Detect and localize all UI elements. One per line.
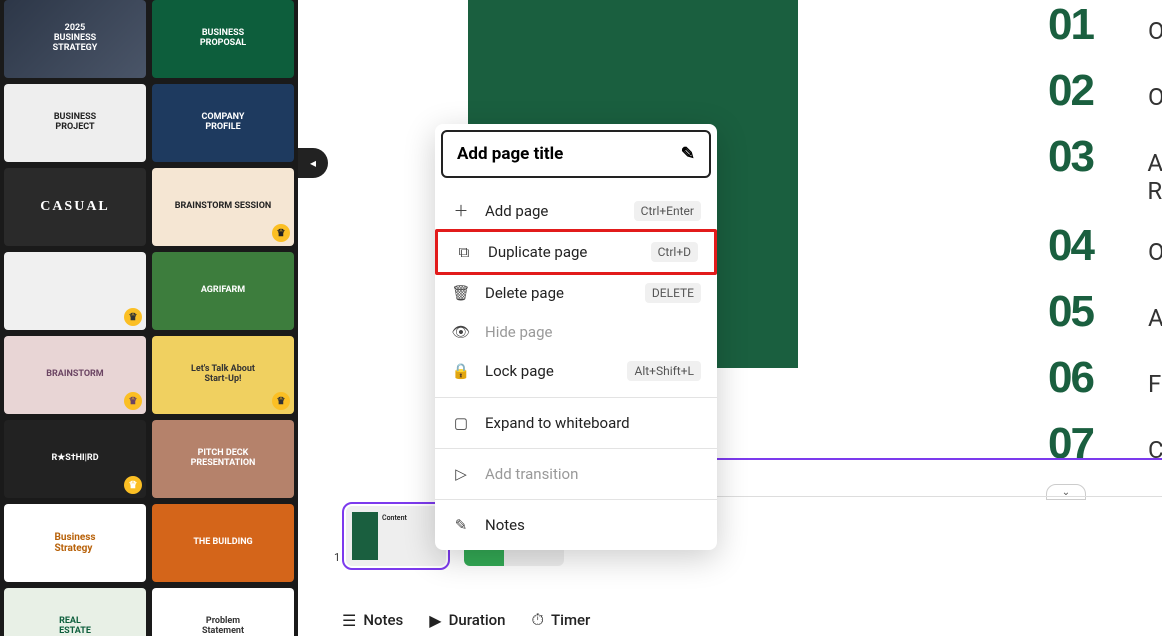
toc-num: 01 [1048, 0, 1118, 50]
template-item-4[interactable]: CASUAL [4, 168, 146, 246]
menu-item-icon: ＋ [451, 200, 471, 221]
menu-add-page[interactable]: ＋ Add page Ctrl+Enter [435, 190, 717, 231]
crown-icon: ♛ [124, 476, 142, 494]
menu-hide-page: 👁 Hide page [435, 313, 717, 351]
menu-separator [435, 397, 717, 398]
template-item-6[interactable]: ♛ [4, 252, 146, 330]
menu-item-shortcut: Alt+Shift+L [627, 361, 701, 381]
thumb-title: Content [382, 512, 440, 560]
menu-delete-page[interactable]: 🗑 Delete page DELETE [435, 273, 717, 313]
timer-icon: ⏱ [532, 610, 544, 630]
menu-item-shortcut: DELETE [645, 283, 701, 303]
crown-icon: ♛ [272, 392, 290, 410]
menu-separator [435, 499, 717, 500]
menu-item-icon: ▷ [451, 465, 471, 483]
edit-icon: ✎ [681, 144, 695, 164]
menu-item-icon: ⧉ [454, 243, 474, 261]
crown-icon: ♛ [272, 224, 290, 242]
toc-num: 04 [1048, 221, 1118, 271]
menu-item-label: Expand to whiteboard [485, 414, 630, 432]
template-item-2[interactable]: BUSINESS PROJECT [4, 84, 146, 162]
template-item-7[interactable]: AGRIFARM [152, 252, 294, 330]
menu-item-icon: 🔒 [451, 362, 471, 380]
menu-separator [435, 448, 717, 449]
menu-expand-to-whiteboard[interactable]: ▢ Expand to whiteboard [435, 404, 717, 442]
notes-button[interactable]: ☰ Notes [342, 611, 403, 630]
menu-lock-page[interactable]: 🔒 Lock page Alt+Shift+L [435, 351, 717, 391]
duration-label: Duration [449, 611, 506, 629]
toc-num: 03 [1048, 132, 1117, 182]
template-item-11[interactable]: PITCH DECK PRESENTATION [152, 420, 294, 498]
crown-icon: ♛ [124, 308, 142, 326]
template-item-13[interactable]: THE BUILDING [152, 504, 294, 582]
notes-label: Notes [363, 611, 403, 629]
toc-label: Future Goals [1148, 370, 1162, 398]
menu-duplicate-page[interactable]: ⧉ Duplicate page Ctrl+D [435, 229, 717, 275]
menu-item-label: Add transition [485, 465, 578, 483]
toc-row-0[interactable]: 01 Overview [1048, 0, 1162, 50]
menu-item-label: Notes [485, 516, 525, 534]
menu-item-label: Hide page [485, 323, 552, 341]
template-item-8[interactable]: BRAINSTORM♛ [4, 336, 146, 414]
template-item-15[interactable]: Problem Statement [152, 588, 294, 636]
toc-num: 07 [1048, 419, 1118, 469]
menu-item-label: Add page [485, 202, 548, 220]
canvas-bottom-bar: ☰ Notes ▶ Duration ⏱ Timer [342, 610, 590, 630]
menu-item-label: Lock page [485, 362, 554, 380]
crown-icon: ♛ [124, 392, 142, 410]
template-item-9[interactable]: Let's Talk About Start-Up!♛ [152, 336, 294, 414]
toc-row-5[interactable]: 06 Future Goals [1048, 353, 1162, 403]
toc-label: Achievements [1148, 304, 1162, 332]
page-context-menu: Add page title ✎ ＋ Add page Ctrl+Enter ⧉ Dup… [435, 124, 717, 550]
menu-item-icon: 👁 [451, 323, 471, 341]
template-item-10[interactable]: R★S†HI|RD♛ [4, 420, 146, 498]
duration-icon: ▶ [429, 611, 441, 630]
menu-item-icon: ▢ [451, 414, 471, 432]
menu-item-label: Duplicate page [488, 243, 587, 261]
toc-row-3[interactable]: 04 Our Clients [1048, 221, 1162, 271]
menu-item-icon: ✎ [451, 516, 471, 534]
toc-num: 02 [1048, 66, 1118, 116]
toc-label: Overview [1148, 17, 1162, 45]
template-item-5[interactable]: BRAINSTORM SESSION♛ [152, 168, 294, 246]
template-sidebar: 2025 BUSINESS STRATEGYBUSINESS PROPOSALB… [0, 0, 298, 636]
toc-num: 06 [1048, 353, 1118, 403]
menu-item-shortcut: Ctrl+Enter [634, 201, 701, 221]
template-item-12[interactable]: Business Strategy [4, 504, 146, 582]
menu-item-icon: 🗑 [451, 284, 471, 302]
sidebar-collapse-handle[interactable]: ◂ [298, 148, 328, 178]
toc-label: Annual Report [1147, 149, 1162, 205]
toc-label: Our Clients [1148, 238, 1162, 266]
notes-icon: ☰ [342, 611, 356, 630]
menu-notes[interactable]: ✎ Notes [435, 506, 717, 544]
template-item-3[interactable]: COMPANY PROFILE [152, 84, 294, 162]
toc-row-2[interactable]: 03 Annual Report [1048, 132, 1162, 205]
page-thumbnail-1[interactable]: 1 Content [346, 506, 446, 566]
toc-row-4[interactable]: 05 Achievements [1048, 287, 1162, 337]
duration-button[interactable]: ▶ Duration [429, 611, 505, 630]
template-item-14[interactable]: REAL ESTATE [4, 588, 146, 636]
toc-label: Our Team [1148, 83, 1162, 111]
template-item-1[interactable]: BUSINESS PROPOSAL [152, 0, 294, 78]
toc-num: 05 [1048, 287, 1118, 337]
template-item-0[interactable]: 2025 BUSINESS STRATEGY [4, 0, 146, 78]
page-thumbnail-number: 1 [334, 551, 340, 564]
timer-label: Timer [551, 611, 590, 629]
page-title-placeholder: Add page title [457, 144, 563, 164]
slide-toc: 01 Overview 02 Our Team 03 Annual Report 04 Our… [1048, 0, 1162, 485]
menu-add-transition: ▷ Add transition [435, 455, 717, 493]
expand-thumbstrip-handle[interactable]: ⌄ [1046, 484, 1086, 500]
menu-item-label: Delete page [485, 284, 564, 302]
page-title-input[interactable]: Add page title ✎ [441, 130, 711, 178]
menu-item-shortcut: Ctrl+D [651, 242, 698, 262]
thumbstrip-divider [656, 496, 1162, 497]
selection-divider [656, 458, 1162, 460]
toc-row-1[interactable]: 02 Our Team [1048, 66, 1162, 116]
toc-row-6[interactable]: 07Contact [1048, 419, 1162, 469]
timer-button[interactable]: ⏱ Timer [532, 610, 591, 630]
